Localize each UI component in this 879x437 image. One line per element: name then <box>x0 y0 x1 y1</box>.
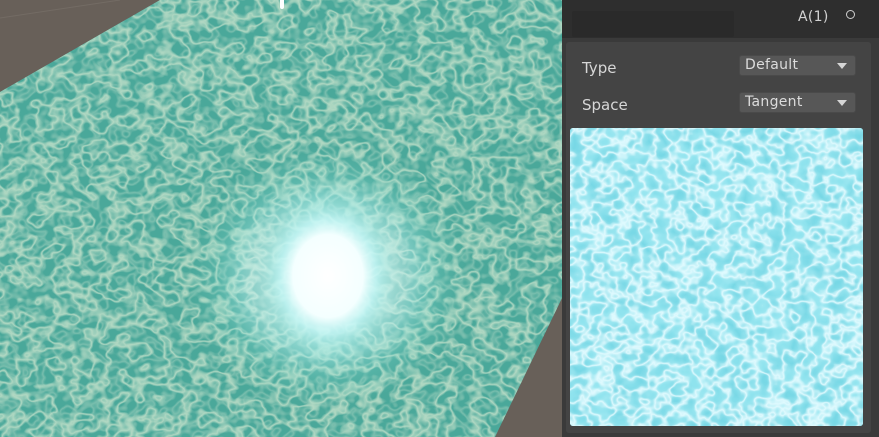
node-properties: Type Default Space Tangent <box>566 42 871 433</box>
node-panel: A(1) Type Default Space Tangent <box>562 0 879 437</box>
scene-viewport[interactable] <box>0 0 562 437</box>
space-dropdown[interactable]: Tangent <box>739 92 856 113</box>
node-name-field[interactable] <box>572 11 734 37</box>
chevron-down-icon <box>837 63 847 69</box>
space-label: Space <box>582 96 628 114</box>
normal-map-preview <box>570 128 863 426</box>
type-label: Type <box>582 59 617 77</box>
space-property-row: Space Tangent <box>566 92 871 118</box>
type-dropdown[interactable]: Default <box>739 55 856 76</box>
node-header[interactable]: A(1) <box>562 0 879 38</box>
gizmo-handle[interactable] <box>280 0 284 9</box>
space-dropdown-value: Tangent <box>745 94 803 110</box>
light-glow <box>250 184 406 368</box>
type-property-row: Type Default <box>566 55 871 81</box>
output-port-circle-icon[interactable] <box>846 10 855 19</box>
node-title: A(1) <box>798 9 829 25</box>
type-dropdown-value: Default <box>745 57 799 73</box>
water-plane-render <box>0 0 562 437</box>
chevron-down-icon <box>837 100 847 106</box>
